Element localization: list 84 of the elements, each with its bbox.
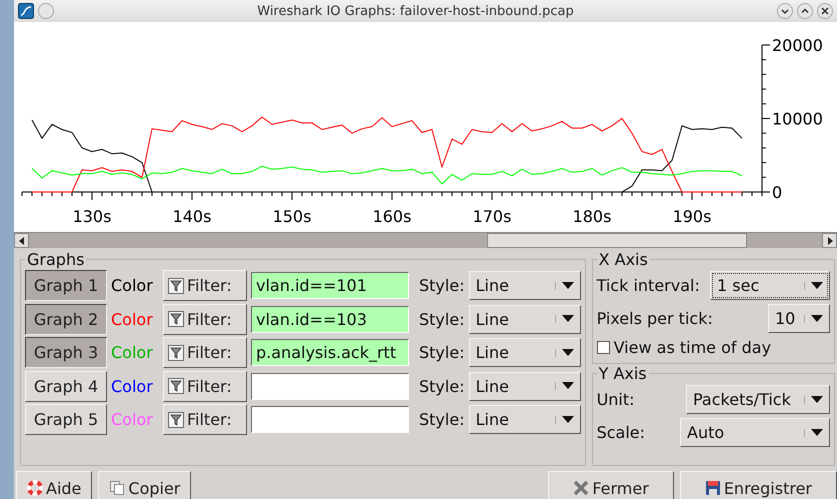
graph-toggle-button[interactable]: Graph 4: [25, 370, 107, 402]
filter-button[interactable]: Filter:: [163, 270, 247, 302]
style-dropdown[interactable]: Line: [468, 338, 581, 368]
tick-interval-label: Tick interval:: [596, 276, 700, 295]
horizontal-scrollbar[interactable]: [14, 232, 837, 248]
group-title: Y Axis: [598, 364, 648, 383]
scroll-right-icon[interactable]: [822, 233, 837, 248]
graph-toggle-button[interactable]: Graph 2: [25, 304, 107, 335]
maximize-button[interactable]: [797, 3, 813, 19]
help-button[interactable]: Aide: [16, 471, 92, 499]
style-label: Style:: [419, 343, 465, 362]
caret-icon: [554, 416, 574, 424]
caret-icon: [554, 282, 574, 290]
style-label: Style:: [419, 310, 465, 329]
caret-icon: [554, 382, 574, 390]
scale-dropdown[interactable]: Auto: [680, 418, 830, 447]
copy-button[interactable]: Copier: [98, 471, 192, 499]
filter-icon: [168, 311, 184, 328]
style-dropdown[interactable]: Line: [468, 372, 581, 401]
filter-icon: [168, 378, 184, 394]
group-title: Graphs: [26, 250, 86, 269]
pixels-per-tick-dropdown[interactable]: 10: [768, 304, 830, 333]
caret-icon: [554, 315, 574, 324]
style-dropdown[interactable]: Line: [468, 405, 581, 434]
color-label: Color: [111, 343, 154, 362]
y-tick-label: 20000: [772, 36, 823, 55]
graph-toggle-button[interactable]: Graph 5: [25, 404, 107, 436]
x-tick-label: 160s: [372, 207, 412, 226]
color-label: Color: [111, 310, 154, 329]
filter-field[interactable]: vlan.id==103: [251, 306, 409, 333]
filter-icon: [168, 344, 184, 361]
scroll-left-icon[interactable]: [14, 233, 29, 248]
style-dropdown[interactable]: Line: [468, 271, 581, 300]
graph-toggle-button[interactable]: Graph 1: [25, 270, 107, 302]
filter-field[interactable]: [251, 372, 409, 400]
color-label: Color: [111, 376, 154, 396]
style-label: Style:: [419, 410, 465, 430]
caret-icon: [554, 348, 574, 357]
x-tick-label: 180s: [572, 207, 612, 226]
graph-toggle-button[interactable]: Graph 3: [25, 337, 107, 368]
unit-label: Unit:: [596, 390, 635, 409]
lifebuoy-icon: [27, 480, 43, 496]
checkbox[interactable]: [596, 340, 610, 354]
app-icon: [18, 3, 34, 19]
caret-icon: [804, 282, 823, 290]
caret-icon: [804, 314, 823, 322]
x-tick-label: 130s: [72, 207, 112, 226]
filter-field[interactable]: vlan.id==101: [251, 272, 409, 300]
close-icon: [573, 480, 590, 496]
y-tick-label: 0: [772, 183, 782, 202]
group-title: X Axis: [598, 250, 649, 269]
save-button[interactable]: Enregistrer: [680, 471, 837, 499]
filter-field[interactable]: p.analysis.ack_rtt: [251, 339, 409, 366]
filter-icon: [168, 412, 184, 428]
filter-button[interactable]: Filter:: [163, 304, 247, 335]
x-tick-label: 150s: [272, 207, 312, 226]
tick-interval-dropdown[interactable]: 1 sec: [710, 271, 830, 300]
close-button[interactable]: [817, 3, 833, 19]
color-label: Color: [111, 410, 154, 430]
unit-dropdown[interactable]: Packets/Tick: [686, 385, 830, 414]
caret-icon: [804, 396, 823, 404]
copy-icon: [109, 480, 126, 496]
minimize-button[interactable]: [777, 3, 793, 19]
scale-label: Scale:: [596, 423, 646, 442]
x-tick-label: 170s: [472, 207, 512, 226]
caret-icon: [804, 428, 823, 436]
filter-button[interactable]: Filter:: [163, 370, 247, 402]
y-tick-label: 10000: [772, 110, 823, 128]
pixels-per-tick-label: Pixels per tick:: [596, 309, 713, 328]
style-label: Style:: [419, 276, 465, 296]
filter-field[interactable]: [251, 406, 409, 434]
style-label: Style:: [419, 376, 465, 396]
checkbox-label[interactable]: View as time of day: [614, 338, 772, 356]
x-tick-label: 140s: [172, 207, 212, 226]
window-title: Wireshark IO Graphs: failover-host-inbound.pcap: [256, 4, 575, 18]
floppy-icon: [704, 480, 721, 496]
style-dropdown[interactable]: Line: [468, 304, 581, 334]
close-button[interactable]: Fermer: [548, 471, 674, 499]
scrollbar-thumb[interactable]: [487, 233, 747, 248]
filter-button[interactable]: Filter:: [163, 337, 247, 368]
color-label: Color: [111, 276, 154, 296]
x-tick-label: 190s: [672, 207, 712, 226]
filter-icon: [168, 278, 184, 294]
filter-button[interactable]: Filter:: [163, 404, 247, 436]
